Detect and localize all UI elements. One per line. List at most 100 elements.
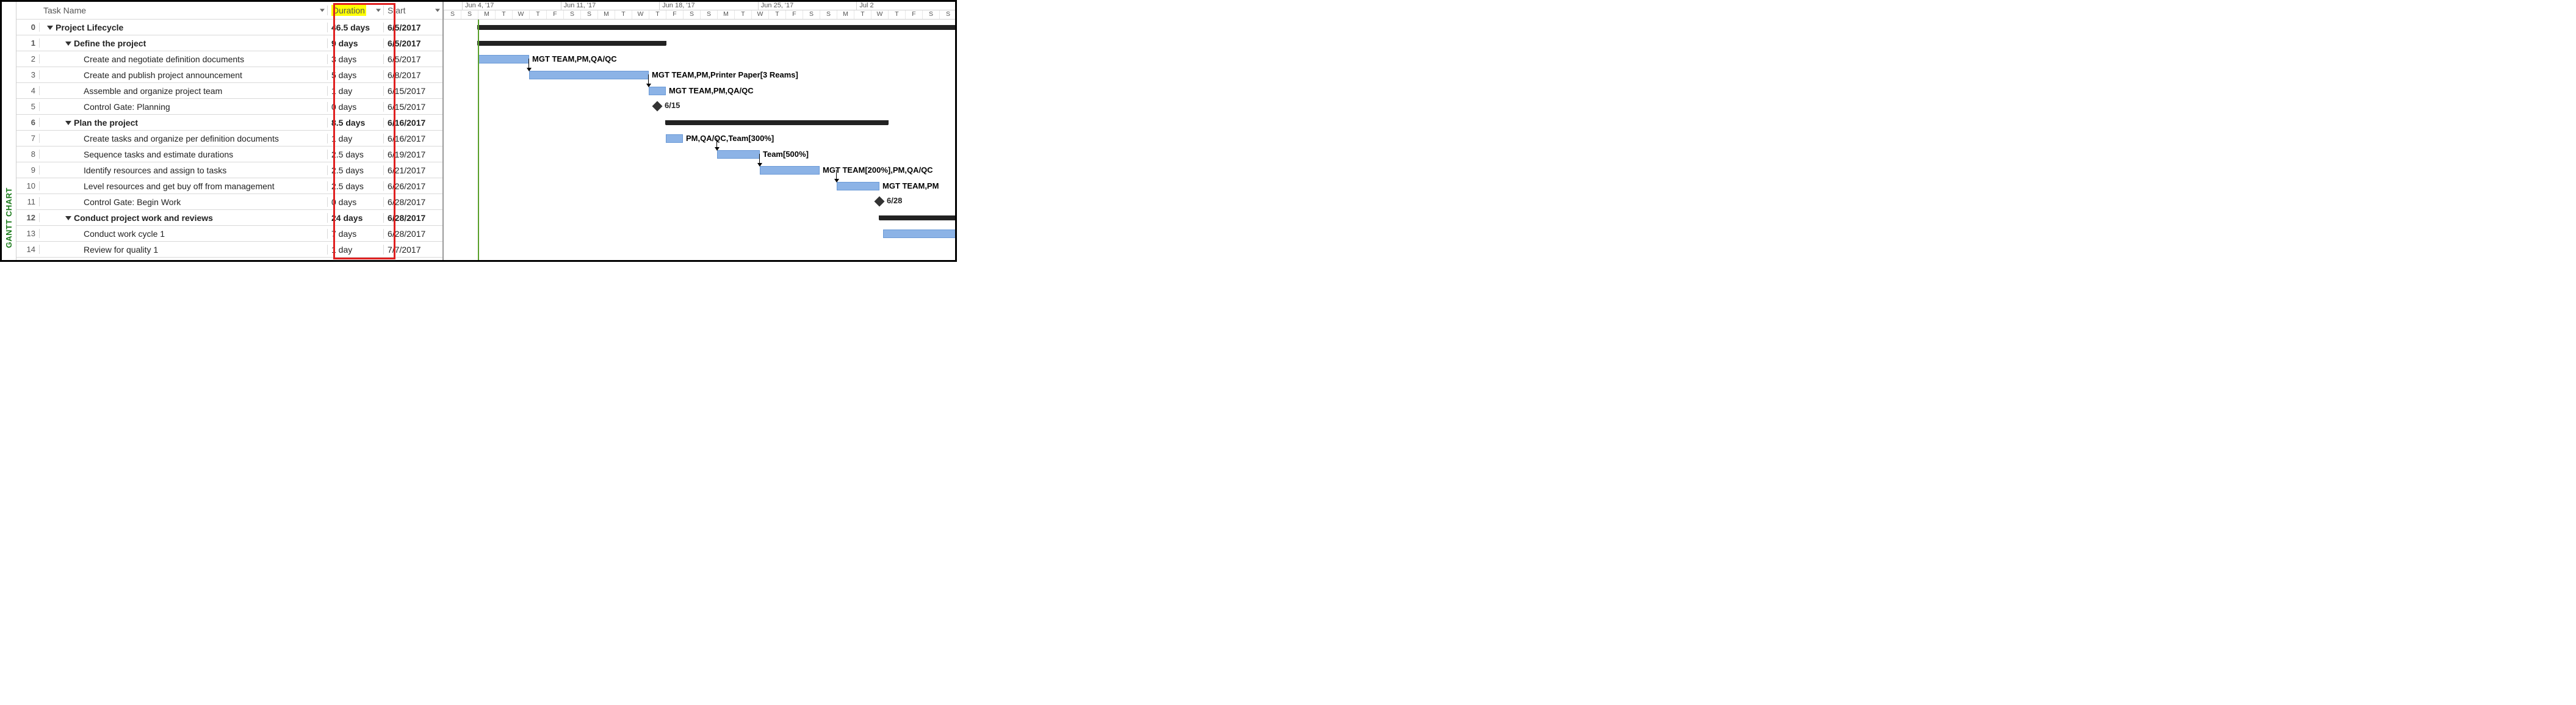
duration-cell[interactable]: 1 day [328,245,384,255]
start-cell[interactable]: 6/16/2017 [384,134,442,143]
start-cell[interactable]: 6/8/2017 [384,70,442,80]
task-bar[interactable]: MGT TEAM,PM,Printer Paper[3 Reams] [529,71,649,79]
task-name-cell[interactable]: Assemble and organize project team [40,86,328,96]
col-header-duration[interactable]: Duration [328,5,384,15]
duration-cell[interactable]: 7 days [328,229,384,239]
timeline-day-label: M [717,10,734,19]
task-bar[interactable]: PM,QA/QC,Team[300%] [666,134,683,143]
duration-cell[interactable]: 24 days [328,213,384,223]
table-row[interactable]: 7Create tasks and organize per definitio… [16,131,442,146]
task-bar-label: MGT TEAM,PM,QA/QC [532,54,617,63]
duration-cell[interactable]: 2.5 days [328,165,384,175]
col-header-taskname[interactable]: Task Name [40,5,328,15]
milestone-marker[interactable] [875,197,885,207]
task-name-cell[interactable]: Project Lifecycle [40,23,328,32]
start-cell[interactable]: 6/5/2017 [384,38,442,48]
task-name-cell[interactable]: Create tasks and organize per definition… [40,134,328,143]
table-row[interactable]: 9Identify resources and assign to tasks2… [16,162,442,178]
table-row[interactable]: 3Create and publish project announcement… [16,67,442,83]
table-row[interactable]: 12Conduct project work and reviews24 day… [16,210,442,226]
dropdown-icon[interactable] [435,9,440,12]
duration-cell[interactable]: 1 day [328,134,384,143]
start-cell[interactable]: 6/26/2017 [384,181,442,191]
task-name-cell[interactable]: Conduct work cycle 1 [40,229,328,239]
table-row[interactable]: 8Sequence tasks and estimate durations2.… [16,146,442,162]
start-cell[interactable]: 6/5/2017 [384,23,442,32]
timeline-weeks: Jun 4, '17Jun 11, '17Jun 18, '17Jun 25, … [444,2,955,10]
table-row[interactable]: 13Conduct work cycle 17 days6/28/2017 [16,226,442,242]
table-row[interactable]: 11Control Gate: Begin Work0 days6/28/201… [16,194,442,210]
start-cell[interactable]: 6/28/2017 [384,213,442,223]
table-row[interactable]: 1Define the project9 days6/5/2017 [16,35,442,51]
start-cell[interactable]: 6/16/2017 [384,118,442,128]
task-name-text: Create tasks and organize per definition… [84,134,279,143]
start-cell[interactable]: 6/15/2017 [384,102,442,112]
timeline-day-label: W [632,10,649,19]
duration-cell[interactable]: 8.5 days [328,118,384,128]
collapse-icon[interactable] [65,42,71,46]
timeline-week-label: Jun 25, '17 [758,2,857,10]
collapse-icon[interactable] [65,121,71,125]
summary-bar[interactable] [879,215,955,220]
start-cell[interactable]: 7/7/2017 [384,245,442,255]
duration-cell[interactable]: 1 day [328,86,384,96]
task-bar[interactable]: MGT TEAM[200%],PM,QA/QC [760,166,820,175]
vertical-tab-gantt[interactable]: GANTT CHART [2,2,16,260]
task-bar[interactable]: Team[500%] [717,150,760,159]
task-bar-label: MGT TEAM,PM,QA/QC [669,86,754,95]
duration-cell[interactable]: 0 days [328,102,384,112]
gantt-row [444,210,955,226]
start-cell[interactable]: 6/28/2017 [384,197,442,207]
start-cell[interactable]: 6/19/2017 [384,150,442,159]
task-name-cell[interactable]: Control Gate: Begin Work [40,197,328,207]
table-row[interactable]: 2Create and negotiate definition documen… [16,51,442,67]
duration-cell[interactable]: 2.5 days [328,150,384,159]
timeline-day-label: S [444,10,461,19]
task-bar[interactable] [883,230,955,238]
duration-cell[interactable]: 2.5 days [328,181,384,191]
task-name-cell[interactable]: Create and publish project announcement [40,70,328,80]
summary-bar[interactable] [666,120,888,125]
timeline-day-label: S [803,10,820,19]
timeline-day-label: M [478,10,495,19]
task-name-cell[interactable]: Define the project [40,38,328,48]
task-bar[interactable]: MGT TEAM,PM,QA/QC [649,87,666,95]
collapse-icon[interactable] [65,216,71,220]
timeline-week-label: Jun 18, '17 [659,2,758,10]
duration-cell[interactable]: 46.5 days [328,23,384,32]
start-cell[interactable]: 6/28/2017 [384,229,442,239]
task-bar[interactable]: MGT TEAM,PM [837,182,879,190]
task-name-cell[interactable]: Conduct project work and reviews [40,213,328,223]
task-name-cell[interactable]: Create and negotiate definition document… [40,54,328,64]
start-cell[interactable]: 6/21/2017 [384,165,442,175]
table-row[interactable]: 5Control Gate: Planning0 days6/15/2017 [16,99,442,115]
summary-bar[interactable] [478,41,666,46]
start-cell[interactable]: 6/5/2017 [384,54,442,64]
collapse-icon[interactable] [47,26,53,30]
task-name-cell[interactable]: Sequence tasks and estimate durations [40,150,328,159]
summary-bar[interactable] [478,25,955,30]
task-name-cell[interactable]: Level resources and get buy off from man… [40,181,328,191]
task-name-cell[interactable]: Plan the project [40,118,328,128]
dropdown-icon[interactable] [376,9,381,12]
duration-cell[interactable]: 9 days [328,38,384,48]
table-row[interactable]: 10Level resources and get buy off from m… [16,178,442,194]
task-name-cell[interactable]: Identify resources and assign to tasks [40,165,328,175]
table-row[interactable]: 6Plan the project8.5 days6/16/2017 [16,115,442,131]
table-row[interactable]: 0Project Lifecycle46.5 days6/5/2017 [16,20,442,35]
task-name-text: Conduct work cycle 1 [84,229,165,239]
start-cell[interactable]: 6/15/2017 [384,86,442,96]
duration-cell[interactable]: 0 days [328,197,384,207]
milestone-marker[interactable] [652,101,663,112]
task-bar[interactable]: MGT TEAM,PM,QA/QC [478,55,529,63]
task-name-cell[interactable]: Control Gate: Planning [40,102,328,112]
row-number: 8 [16,150,40,159]
gantt-chart-pane[interactable]: Jun 4, '17Jun 11, '17Jun 18, '17Jun 25, … [444,2,955,260]
duration-cell[interactable]: 3 days [328,54,384,64]
col-header-start[interactable]: Start [384,5,442,15]
table-row[interactable]: 4Assemble and organize project team1 day… [16,83,442,99]
dropdown-icon[interactable] [320,9,325,12]
table-row[interactable]: 14Review for quality 11 day7/7/2017 [16,242,442,258]
duration-cell[interactable]: 5 days [328,70,384,80]
task-name-cell[interactable]: Review for quality 1 [40,245,328,255]
